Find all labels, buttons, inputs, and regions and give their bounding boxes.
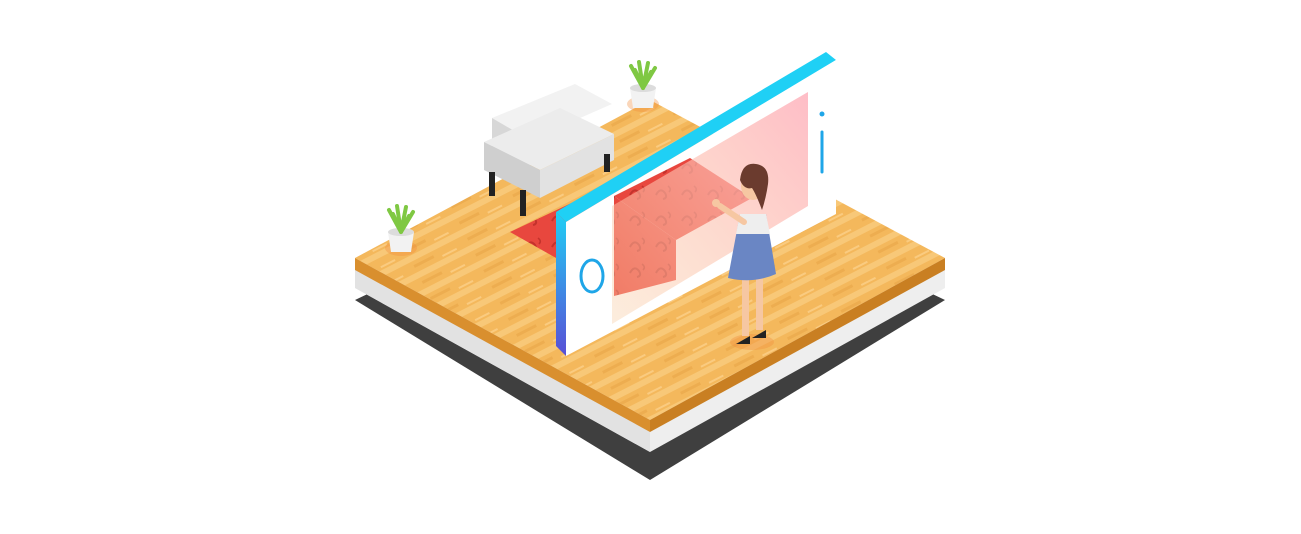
camera-icon xyxy=(819,111,825,117)
plant-icon xyxy=(385,204,417,256)
plant-icon xyxy=(627,60,659,112)
ar-isometric-illustration xyxy=(355,52,945,480)
